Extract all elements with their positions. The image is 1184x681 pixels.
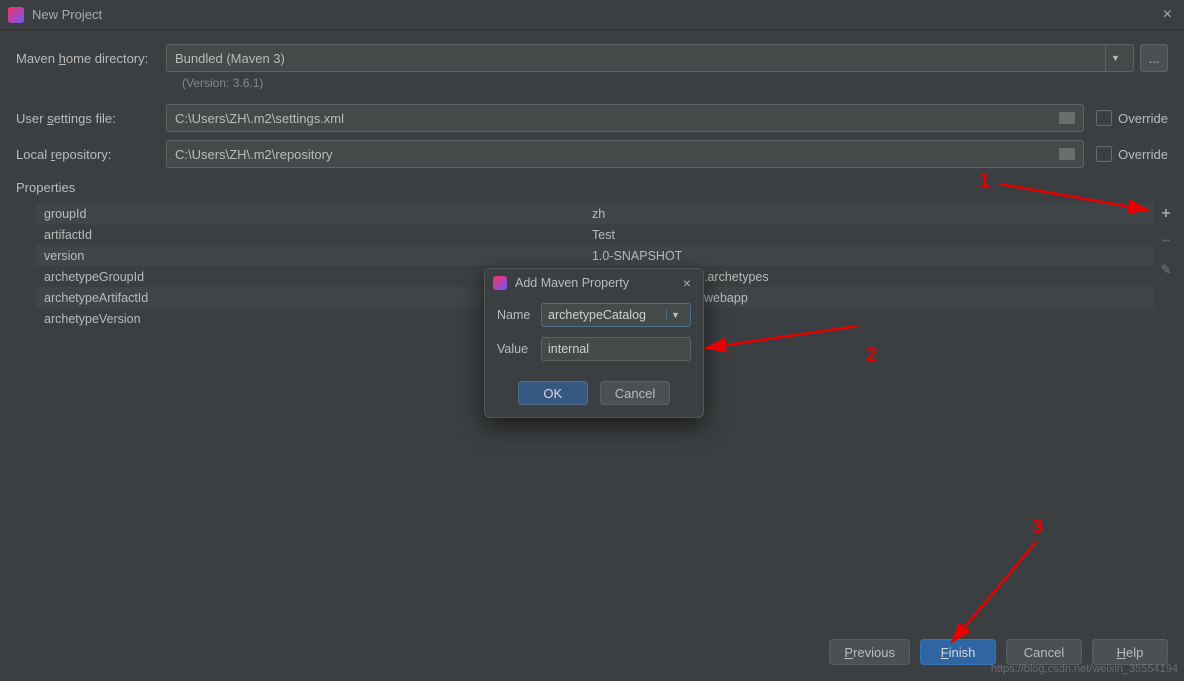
name-row: Name archetypeCatalog ▼ (497, 303, 691, 327)
dialog-titlebar: Add Maven Property × (485, 269, 703, 297)
maven-version-note: (Version: 3.6.1) (182, 76, 1168, 90)
help-button[interactable]: Help (1092, 639, 1168, 665)
dialog-footer: OK Cancel (485, 375, 703, 417)
maven-home-label: Maven home directory: (16, 51, 166, 66)
folder-icon[interactable] (1059, 112, 1075, 124)
settings-file-row: User settings file: C:\Users\ZH\.m2\sett… (16, 104, 1168, 132)
value-input[interactable]: internal (541, 337, 691, 361)
name-combo[interactable]: archetypeCatalog ▼ (541, 303, 691, 327)
cancel-button[interactable]: Cancel (1006, 639, 1082, 665)
table-row[interactable]: groupId zh (36, 203, 1154, 224)
value-label: Value (497, 342, 541, 356)
wizard-footer: Previous Finish Cancel Help (829, 639, 1168, 665)
value-row: Value internal (497, 337, 691, 361)
folder-icon[interactable] (1059, 148, 1075, 160)
repo-label: Local repository: (16, 147, 166, 162)
name-label: Name (497, 308, 541, 322)
add-property-button[interactable]: + (1156, 203, 1176, 225)
value-text: internal (548, 342, 589, 356)
repo-row: Local repository: C:\Users\ZH\.m2\reposi… (16, 140, 1168, 168)
table-row[interactable]: artifactId Test (36, 224, 1154, 245)
settings-file-label: User settings file: (16, 111, 166, 126)
add-maven-property-dialog: Add Maven Property × Name archetypeCatal… (484, 268, 704, 418)
repo-override-checkbox[interactable] (1096, 146, 1112, 162)
settings-override-label: Override (1118, 111, 1168, 126)
maven-home-value: Bundled (Maven 3) (175, 51, 1105, 66)
table-row[interactable]: version 1.0-SNAPSHOT (36, 245, 1154, 266)
repo-override-label: Override (1118, 147, 1168, 162)
ok-button[interactable]: OK (518, 381, 588, 405)
settings-file-input[interactable]: C:\Users\ZH\.m2\settings.xml (166, 104, 1084, 132)
maven-home-combo[interactable]: Bundled (Maven 3) ▼ (166, 44, 1134, 72)
close-icon[interactable]: × (679, 275, 695, 291)
watermark: https://blog.csdn.net/weixin_35554194 (991, 663, 1178, 675)
dialog-title: Add Maven Property (515, 276, 679, 290)
app-icon (8, 7, 24, 23)
name-value: archetypeCatalog (548, 308, 666, 322)
annotation-2: 2 (866, 344, 877, 367)
repo-input[interactable]: C:\Users\ZH\.m2\repository (166, 140, 1084, 168)
titlebar: New Project × (0, 0, 1184, 30)
edit-property-button[interactable]: ✎ (1156, 259, 1176, 281)
properties-actions: + − ✎ (1156, 203, 1176, 281)
app-icon (493, 276, 507, 290)
browse-maven-home-button[interactable]: ... (1140, 44, 1168, 72)
chevron-down-icon: ▼ (666, 310, 684, 320)
cancel-button[interactable]: Cancel (600, 381, 670, 405)
settings-file-value: C:\Users\ZH\.m2\settings.xml (175, 111, 1051, 126)
repo-value: C:\Users\ZH\.m2\repository (175, 147, 1051, 162)
chevron-down-icon: ▼ (1105, 45, 1125, 71)
window-title: New Project (32, 7, 1159, 22)
close-icon[interactable]: × (1159, 6, 1176, 24)
previous-button[interactable]: Previous (829, 639, 910, 665)
maven-home-row: Maven home directory: Bundled (Maven 3) … (16, 44, 1168, 72)
remove-property-button[interactable]: − (1156, 231, 1176, 253)
annotation-3: 3 (1032, 516, 1043, 539)
properties-title: Properties (16, 180, 1168, 195)
settings-override-checkbox[interactable] (1096, 110, 1112, 126)
finish-button[interactable]: Finish (920, 639, 996, 665)
